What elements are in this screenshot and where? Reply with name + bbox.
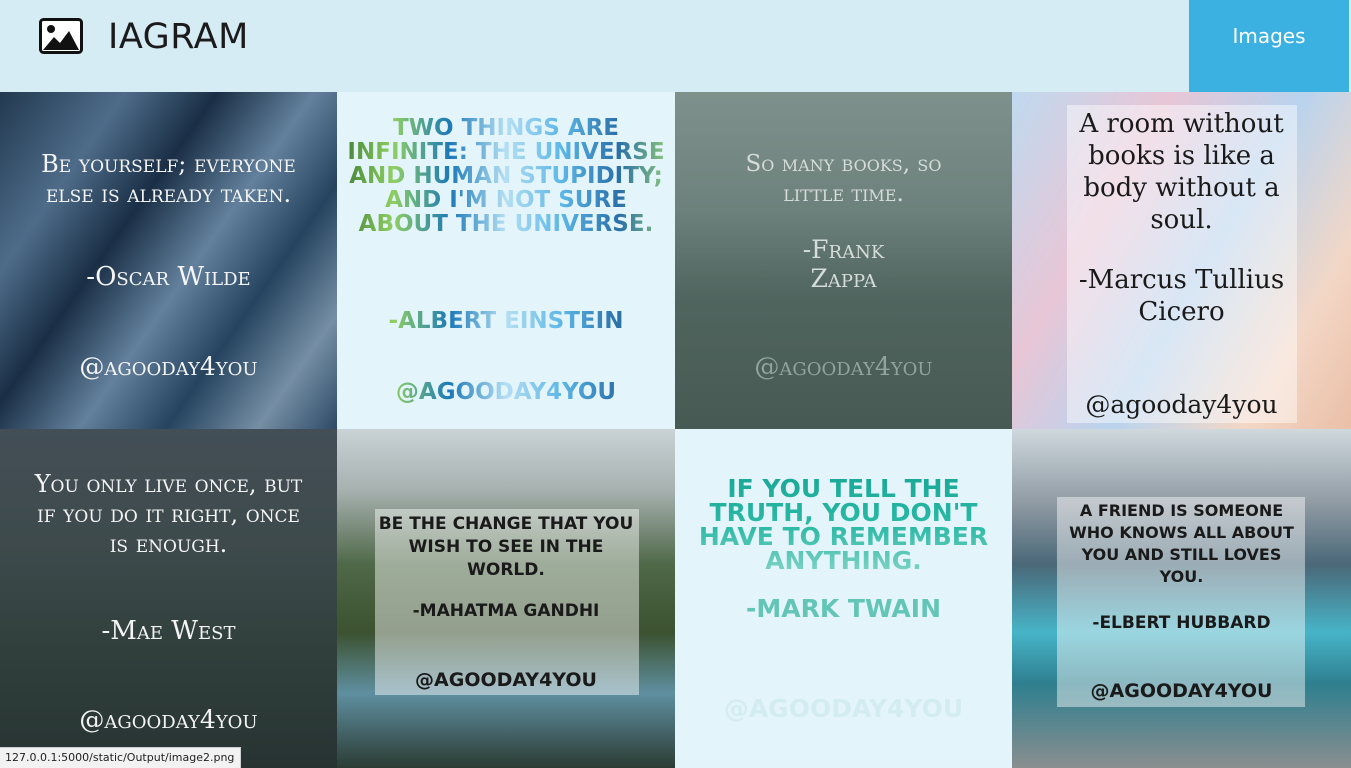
quote-handle: @agooday4you xyxy=(337,379,675,405)
quote-handle: @agooday4you xyxy=(415,669,597,691)
quote-author: -Elbert Hubbard xyxy=(1092,613,1271,633)
quote-author: -Albert Einstein xyxy=(337,308,675,334)
quote-handle: @agooday4you xyxy=(1090,680,1273,702)
quote-text: If you tell the truth, you don't have to… xyxy=(675,476,1012,573)
quote-text: Two things are infinite: the universe an… xyxy=(337,116,675,236)
quote-author: -Frank Zappa xyxy=(802,235,885,293)
quote-author: -Mahatma Gandhi xyxy=(412,601,600,621)
quote-author: -Oscar Wilde xyxy=(86,262,251,292)
quote-text: Be the change that you wish to see in th… xyxy=(378,514,634,580)
quote-image-tile[interactable]: You only live once, but if you do it rig… xyxy=(0,429,337,768)
quote-handle: @agooday4you xyxy=(723,694,964,723)
link-status-bar: 127.0.0.1:5000/static/Output/image2.png xyxy=(0,747,242,768)
quote-text: You only live once, but if you do it rig… xyxy=(34,470,303,558)
quote-handle: @agooday4you xyxy=(754,352,933,381)
quote-text: A room without books is like a body with… xyxy=(1079,109,1284,235)
quote-image-tile[interactable]: Be the change that you wish to see in th… xyxy=(337,429,675,768)
quote-author: -Mark Twain xyxy=(745,594,941,623)
quote-text: Be yourself; everyone else is already ta… xyxy=(41,150,296,208)
quote-image-tile[interactable]: Two things are infinite: the universe an… xyxy=(337,92,675,429)
top-header: IAGRAM Images xyxy=(0,0,1351,92)
quote-handle: @agooday4you xyxy=(79,352,258,381)
quote-image-tile[interactable]: So many books, so little time. -Frank Za… xyxy=(675,92,1012,429)
quote-image-tile[interactable]: Be yourself; everyone else is already ta… xyxy=(0,92,337,429)
quote-image-tile[interactable]: A room without books is like a body with… xyxy=(1012,92,1351,429)
quote-handle: @agooday4you xyxy=(1085,390,1278,419)
quote-handle: @agooday4you xyxy=(79,705,258,734)
quote-image-tile[interactable]: If you tell the truth, you don't have to… xyxy=(675,429,1012,768)
quote-text: So many books, so little time. xyxy=(745,151,942,207)
quote-image-tile[interactable]: A friend is someone who knows all about … xyxy=(1012,429,1351,768)
quote-text: A friend is someone who knows all about … xyxy=(1069,501,1294,586)
image-icon xyxy=(39,18,83,54)
quote-author: -Marcus Tullius Cicero xyxy=(1078,265,1285,327)
images-nav-button[interactable]: Images xyxy=(1189,0,1349,92)
brand-title[interactable]: IAGRAM xyxy=(108,17,249,57)
quote-author: -Mae West xyxy=(101,616,236,646)
